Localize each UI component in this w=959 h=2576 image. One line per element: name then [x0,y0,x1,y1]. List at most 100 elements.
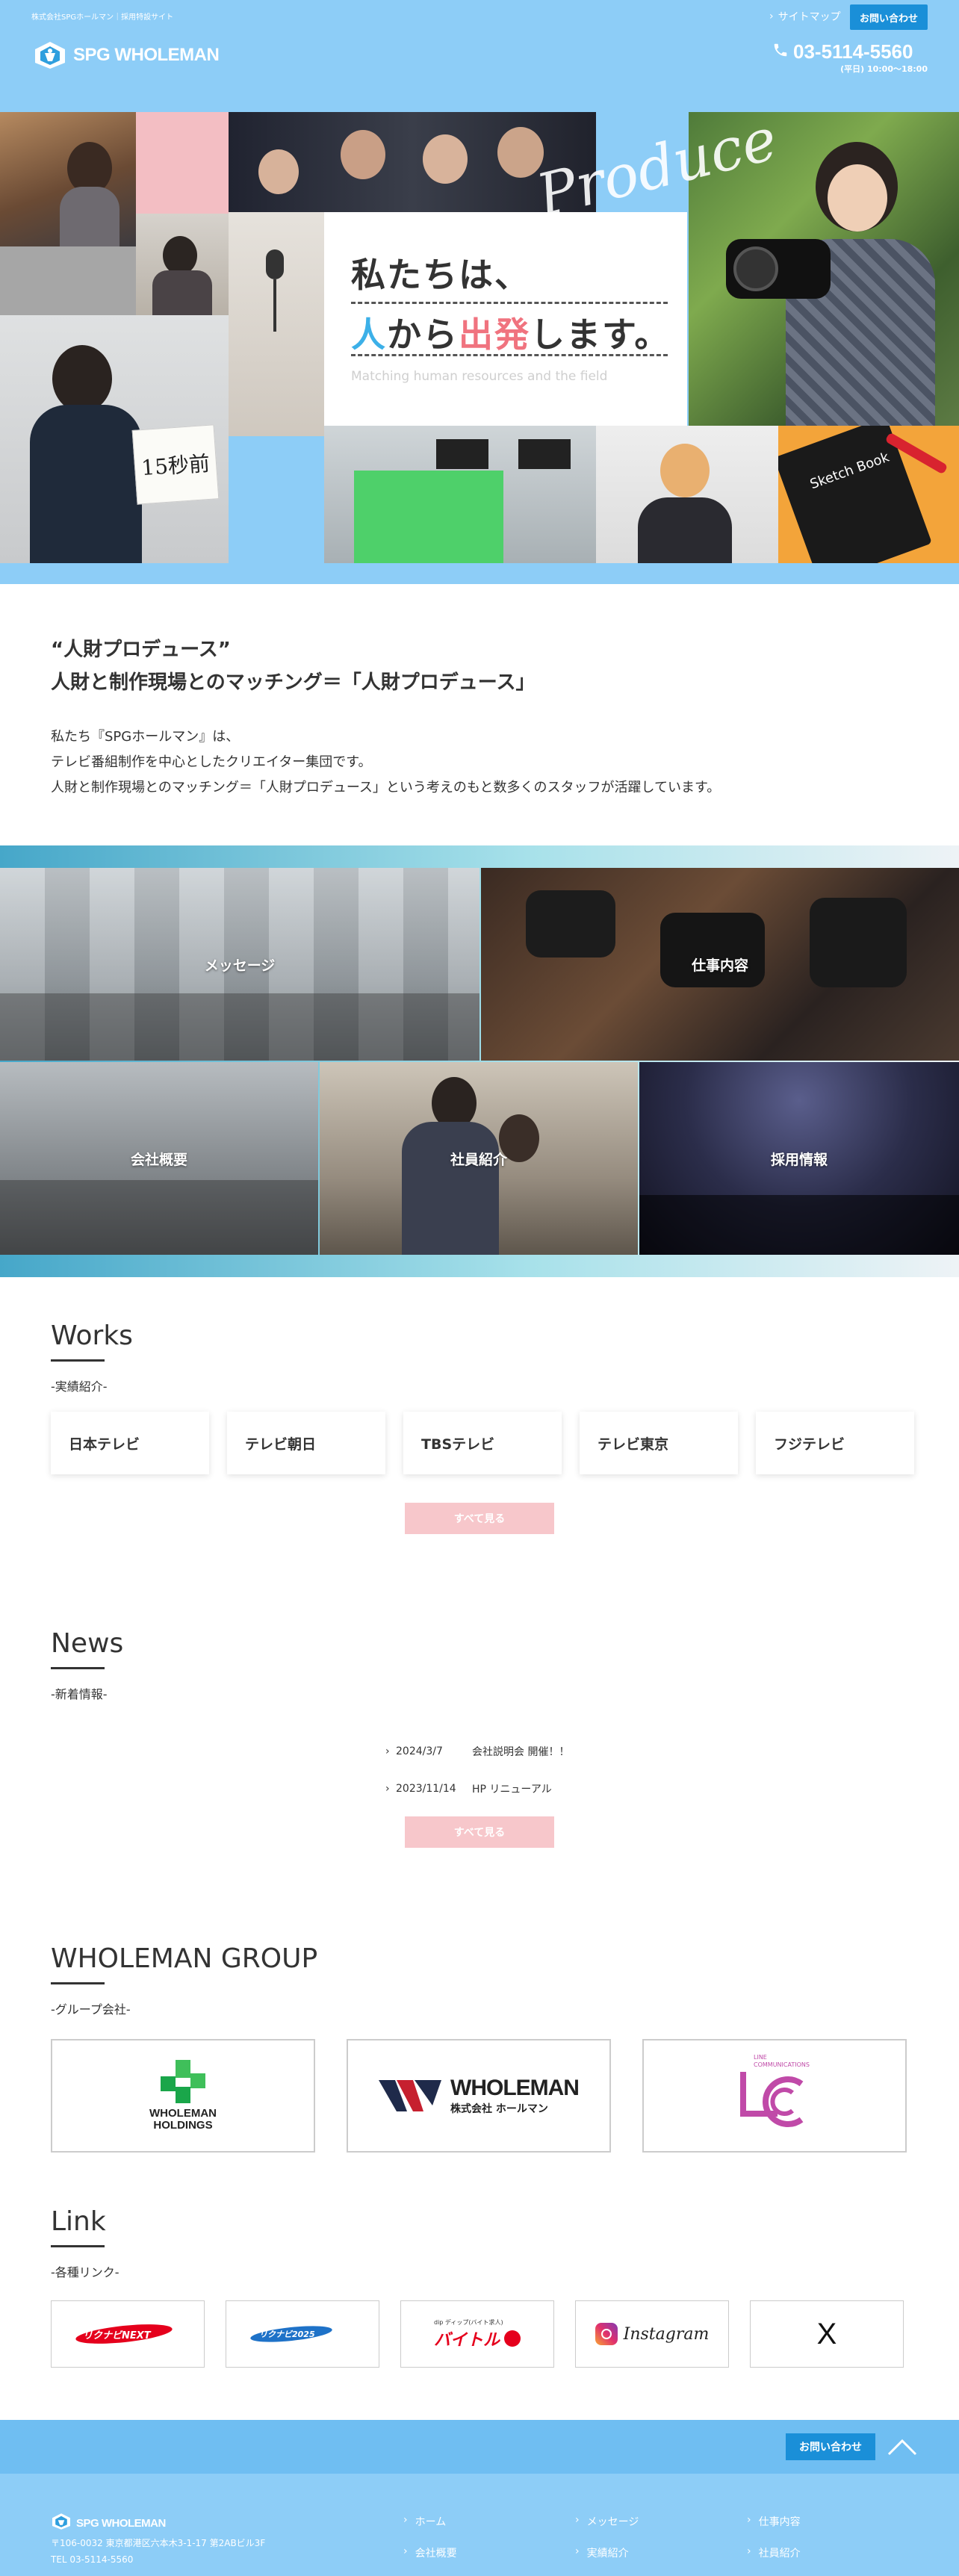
chevron-up-icon [887,2439,917,2456]
link-subheading: -各種リンク- [51,2265,120,2279]
link-x[interactable]: X [750,2300,904,2368]
lc-text-line2: COMMUNICATIONS [754,2061,810,2068]
lc-text-line1: LINE [754,2054,767,2061]
lc-text: LINE COMMUNICATIONS [754,2054,810,2069]
footer-link-label: 社員紹介 [758,2548,801,2560]
photo-green-screen [324,426,596,563]
site-tagline: 株式会社SPGホールマン｜採用特設サイト [31,13,174,22]
header-contact-button[interactable]: お問い合わせ [850,4,928,30]
hero-divider [351,302,668,304]
intro-body-line1: 私たち『SPGホールマン』は、 [51,729,240,745]
rikunabi-next-text: リクナビNEXT [83,2330,151,2341]
chevron-right-icon: › [575,2514,580,2526]
footer-nav: › ホーム › メッセージ › 仕事内容 › 会社概要 › 実績紹介 › 社員紹介 [403,2514,919,2560]
phone-text: 03-5114-5560 [793,40,913,63]
news-heading: News [51,1628,124,1659]
page-top-button[interactable] [886,2432,919,2462]
photo-microphone [229,212,324,436]
link-rikunabi[interactable]: リクナビ2025 [226,2300,379,2368]
works-more-button[interactable]: すべて見る [405,1503,554,1534]
nav-work-label: 仕事内容 [691,957,748,974]
news-date: 2023/11/14 [396,1783,456,1795]
intro-heading-line2: 人財と制作現場とのマッチング＝「人財プロデュース」 [51,671,536,694]
work-card[interactable]: TBSテレビ [403,1412,562,1474]
wholeman-name: WHOLEMAN [450,2076,580,2100]
chevron-right-icon: › [403,2545,408,2557]
holdings-logo: WHOLEMAN HOLDINGS [149,2060,217,2132]
hero-divider-2 [351,354,668,356]
footer-link-label: 会社概要 [415,2548,457,2560]
link-baitoru[interactable]: dip ディップ(バイト求人) バイトル [400,2300,554,2368]
hero-title-line2: 人から出発します。 [351,308,670,357]
footer-tel: TEL 03-5114-5560 [51,2554,134,2565]
news-item[interactable]: › 2024/3/7 会社説明会 開催！！ [385,1733,569,1770]
group-card-holdings[interactable]: WHOLEMAN HOLDINGS [51,2039,315,2153]
news-title: 会社説明会 開催！！ [472,1746,570,1758]
nav-message[interactable]: メッセージ [0,868,480,1061]
link-underline [51,2245,105,2247]
site-logo[interactable]: SPG WHOLEMAN [33,40,220,70]
footer-link[interactable]: › 社員紹介 [747,2545,919,2560]
nav-company[interactable]: 会社概要 [0,1062,318,1255]
footer-link[interactable]: › 実績紹介 [575,2545,747,2560]
footer-contact-button[interactable]: お問い合わせ [786,2433,875,2460]
nav-work[interactable]: 仕事内容 [481,868,959,1061]
group-list: WHOLEMAN HOLDINGS WHOLEMAN 株式会社 ホールマン LI… [51,2039,907,2153]
work-card[interactable]: 日本テレビ [51,1412,209,1474]
holdings-name-2: HOLDINGS [153,2119,213,2132]
chevron-right-icon: › [385,1745,390,1757]
group-underline [51,1982,105,1984]
work-card[interactable]: テレビ東京 [580,1412,738,1474]
hero-title-from: から [387,314,459,355]
intro-body: 私たち『SPGホールマン』は、 テレビ番組制作を中心としたクリエイター集団です。… [51,724,917,801]
news-item[interactable]: › 2023/11/14 HP リニューアル [385,1770,569,1807]
sitemap-link[interactable]: › サイトマップ [769,9,841,24]
footer-logo[interactable]: SPG WHOLEMAN [51,2513,166,2533]
chevron-right-icon: › [575,2545,580,2557]
news-list: › 2024/3/7 会社説明会 開催！！ › 2023/11/14 HP リニ… [385,1733,569,1807]
footer-link[interactable]: › 仕事内容 [747,2514,919,2529]
work-card[interactable]: テレビ朝日 [227,1412,385,1474]
wholeman-logo: WHOLEMAN 株式会社 ホールマン [379,2076,580,2116]
rikunabi-next-logo: リクナビNEXT [75,2321,180,2347]
chevron-right-icon: › [385,1783,390,1795]
footer-link[interactable]: › 会社概要 [403,2545,575,2560]
link-rikunabi-next[interactable]: リクナビNEXT [51,2300,205,2368]
baitoru-text: バイトル [433,2330,500,2350]
link-list: リクナビNEXT リクナビ2025 dip ディップ(バイト求人) バイトル I… [51,2300,904,2368]
intro-section: “人財プロデュース” 人財と制作現場とのマッチング＝「人財プロデュース」 私たち… [51,633,917,801]
works-list: 日本テレビ テレビ朝日 TBSテレビ テレビ東京 フジテレビ [51,1412,914,1474]
sitemap-label: サイトマップ [778,11,841,23]
sign-board: 15秒前 [131,424,220,505]
intro-heading: “人財プロデュース” 人財と制作現場とのマッチング＝「人財プロデュース」 [51,633,917,699]
nav-message-label: メッセージ [204,957,276,974]
intro-body-line3: 人財と制作現場とのマッチング＝「人財プロデュース」という考えのもと数多くのスタッ… [51,780,721,795]
phone-number[interactable]: 03-5114-5560 [772,40,913,63]
nav-staff[interactable]: 社員紹介 [320,1062,638,1255]
holdings-name: WHOLEMAN [149,2107,217,2120]
footer-link-label: ホーム [415,2516,447,2528]
chevron-right-icon: › [747,2545,751,2557]
chevron-right-icon: › [747,2514,751,2526]
hero-title-start: 出発 [459,314,530,355]
intro-body-line2: テレビ番組制作を中心としたクリエイター集団です。 [51,754,372,770]
lc-logo: LINE COMMUNICATIONS [730,2051,819,2141]
nav-recruit[interactable]: 採用情報 [639,1062,959,1255]
works-subheading: -実績紹介- [51,1379,108,1394]
news-more-button[interactable]: すべて見る [405,1816,554,1848]
news-title: HP リニューアル [472,1784,552,1796]
news-date: 2024/3/7 [396,1745,443,1757]
footer-link[interactable]: › ホーム [403,2514,575,2529]
work-card[interactable]: フジテレビ [756,1412,914,1474]
photo-woman-studio-desk [0,112,136,315]
footer-link-label: 仕事内容 [758,2516,801,2528]
chevron-right-icon: › [769,10,774,22]
group-card-lc[interactable]: LINE COMMUNICATIONS [642,2039,907,2153]
x-icon: X [816,2317,837,2350]
footer-link[interactable]: › メッセージ [575,2514,747,2529]
footer-link-label: 実績紹介 [586,2548,629,2560]
photo-sketchbook: Sketch Book [778,426,959,563]
group-card-wholeman[interactable]: WHOLEMAN 株式会社 ホールマン [347,2039,611,2153]
link-instagram[interactable]: Instagram [575,2300,729,2368]
news-underline [51,1667,105,1669]
